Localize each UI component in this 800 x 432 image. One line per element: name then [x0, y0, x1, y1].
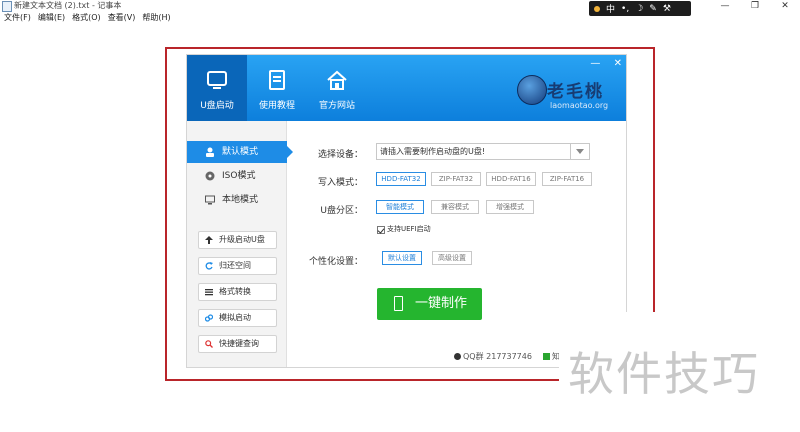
menu-format[interactable]: 格式(O) — [72, 12, 101, 24]
partition-enhanced-mode[interactable]: 增强模式 — [486, 200, 534, 214]
uefi-label[interactable]: 支持UEFI启动 — [387, 224, 431, 234]
usb-icon — [394, 296, 403, 311]
device-select-value: 请插入需要制作启动盘的U盘! — [380, 147, 486, 156]
search-icon — [205, 340, 213, 348]
app-minimize-button[interactable]: — — [590, 58, 600, 69]
partition-compatible-mode[interactable]: 兼容模式 — [431, 200, 479, 214]
tools-icon[interactable]: ⚒ — [663, 4, 671, 14]
write-mode-hdd-fat32[interactable]: HDD-FAT32 — [376, 172, 426, 186]
watermark-text: 软件技巧 — [568, 347, 760, 401]
default-settings-button[interactable]: 默认设置 — [382, 251, 422, 265]
nav-label: 使用教程 — [258, 101, 295, 111]
app-header: — ✕ U盘启动 使用教程 官方网站 老毛桃 laomaotao.org — [187, 55, 626, 121]
app-window-controls: — ✕ — [580, 58, 622, 69]
link-icon — [205, 314, 213, 322]
write-mode-hdd-fat16[interactable]: HDD-FAT16 — [486, 172, 536, 186]
nav-official-site[interactable]: 官方网站 — [307, 55, 367, 121]
brand-site: laomaotao.org — [550, 101, 609, 110]
mode-iso[interactable]: ISO模式 — [187, 165, 287, 187]
menu-edit[interactable]: 编辑(E) — [38, 12, 65, 24]
write-mode-zip-fat32[interactable]: ZIP-FAT32 — [431, 172, 481, 186]
tool-restore-space[interactable]: 归还空间 — [198, 257, 277, 275]
menu-file[interactable]: 文件(F) — [4, 12, 31, 24]
footer-link[interactable]: 知 — [543, 351, 560, 362]
nav-tutorial[interactable]: 使用教程 — [247, 55, 307, 121]
app-close-button[interactable]: ✕ — [614, 58, 622, 69]
tool-upgrade-usb[interactable]: 升级启动U盘 — [198, 231, 277, 249]
moon-icon[interactable]: ☽ — [635, 4, 643, 14]
wechat-icon — [543, 353, 550, 360]
pen-icon[interactable]: ✎ — [649, 4, 657, 14]
refresh-icon — [205, 262, 213, 270]
nav-label: U盘启动 — [200, 101, 234, 111]
menu-help[interactable]: 帮助(H) — [142, 12, 170, 24]
partition-label: U盘分区： — [320, 206, 363, 216]
brand-name: 老毛桃 — [547, 82, 604, 102]
ime-toolbar[interactable]: 中 •, ☽ ✎ ⚒ — [589, 1, 691, 16]
peach-logo-icon — [517, 75, 547, 105]
notepad-icon — [2, 1, 12, 12]
ime-logo-icon — [594, 5, 600, 12]
uefi-checkbox[interactable] — [377, 226, 385, 234]
nav-label: 官方网站 — [318, 101, 355, 111]
nav-usb-boot[interactable]: U盘启动 — [187, 55, 247, 121]
monitor-icon — [207, 71, 227, 89]
convert-icon — [205, 289, 213, 296]
mode-local[interactable]: 本地模式 — [187, 189, 287, 211]
tool-simulate-boot[interactable]: 模拟启动 — [198, 309, 277, 327]
chevron-down-icon[interactable] — [570, 144, 589, 159]
tool-format-convert[interactable]: 格式转换 — [198, 283, 277, 301]
maximize-button[interactable]: ❐ — [740, 0, 770, 12]
write-mode-label: 写入模式： — [317, 178, 363, 188]
tool-hotkey-lookup[interactable]: 快捷键查询 — [198, 335, 277, 353]
user-icon — [206, 147, 214, 157]
mode-sidebar: 默认模式 ISO模式 本地模式 升级启动U盘 归还空间 格式转换 模拟启动 快捷… — [187, 121, 293, 367]
menu-view[interactable]: 查看(V) — [108, 12, 136, 24]
device-label: 选择设备： — [317, 150, 363, 160]
disc-icon — [205, 171, 215, 181]
document-icon — [269, 70, 285, 90]
one-click-make-button[interactable]: 一键制作 — [377, 288, 482, 320]
qq-icon — [454, 353, 461, 360]
ime-language[interactable]: 中 — [606, 2, 615, 15]
device-select[interactable]: 请插入需要制作启动盘的U盘! — [376, 143, 590, 160]
window-controls: — ❐ ✕ — [710, 0, 800, 12]
punctuation-icon[interactable]: •, — [621, 4, 629, 14]
close-button[interactable]: ✕ — [770, 0, 800, 12]
brand-logo: 老毛桃 laomaotao.org — [517, 71, 621, 115]
window-title: 新建文本文档 (2).txt - 记事本 — [14, 1, 122, 10]
qq-group: QQ群 217737746 — [454, 351, 532, 362]
mode-default[interactable]: 默认模式 — [187, 141, 293, 163]
write-mode-zip-fat16[interactable]: ZIP-FAT16 — [542, 172, 592, 186]
advanced-settings-button[interactable]: 高级设置 — [432, 251, 472, 265]
home-icon — [327, 70, 347, 90]
monitor-icon — [205, 195, 215, 205]
upload-icon — [205, 236, 213, 244]
minimize-button[interactable]: — — [710, 0, 740, 12]
custom-settings-label: 个性化设置： — [308, 257, 363, 267]
partition-smart-mode[interactable]: 智能模式 — [376, 200, 424, 214]
